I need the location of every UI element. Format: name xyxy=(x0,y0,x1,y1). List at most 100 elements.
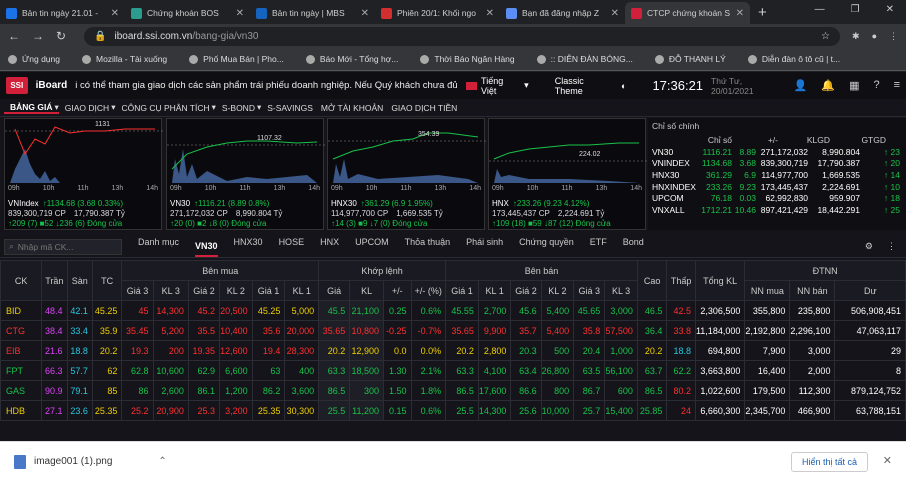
bookmark-item[interactable]: :: DIỄN ĐÀN BÓNG... xyxy=(536,54,633,64)
profile-avatar[interactable]: ● xyxy=(872,31,877,41)
back-icon[interactable]: ← xyxy=(8,29,20,43)
index-row[interactable]: VN30 1116.21 8.89 271,172,032 8,990.804 ↑ 23 xyxy=(648,146,906,158)
browser-tab[interactable]: Bạn đã đăng nhập Z ✕ xyxy=(500,2,625,24)
table-cell: 694,800 xyxy=(694,340,746,361)
table-row[interactable]: EIB 21.6 18.8 20.2 19.3 200 19.35 12,600 19.4 28,… xyxy=(0,340,906,361)
menu-item[interactable]: GIAO DỊCH TIỀN xyxy=(385,103,463,113)
show-all-downloads-button[interactable]: Hiển thị tất cả xyxy=(790,452,868,472)
star-icon[interactable]: ☆ xyxy=(821,31,830,42)
board-tab[interactable]: UPCOM xyxy=(355,237,389,257)
window-controls[interactable]: — ❐ ✕ xyxy=(803,0,906,19)
bookmark-item[interactable]: Mozilla - Tài xuống xyxy=(81,54,167,64)
index-chart[interactable]: 224.02 09h 10h 11h 13h 14h HNX ↑233.26 (9.23 4.… xyxy=(488,118,647,230)
table-cell: 6,660,300 xyxy=(694,400,746,421)
settings-icon[interactable]: ⚙ xyxy=(865,241,873,252)
bookmark-item[interactable]: Phố Mua Bán | Pho... xyxy=(189,54,284,64)
table-cell: 26,800 xyxy=(540,360,575,381)
menu-item[interactable]: GIAO DỊCH xyxy=(59,103,115,113)
reload-icon[interactable]: ↻ xyxy=(56,29,66,43)
index-row[interactable]: VNINDEX 1134.68 3.68 839,300,719 17,790.387 ↑… xyxy=(648,157,906,169)
bookmark-item[interactable]: Ứng dụng xyxy=(8,54,60,64)
index-row[interactable]: HNX30 361.29 6.9 114,977,700 1,669.535 ↑ 14 xyxy=(648,169,906,181)
ssi-logo[interactable]: SSI xyxy=(6,77,28,94)
table-row[interactable]: FPT 66.3 57.7 62 62.8 10,600 62.9 6,600 63 400 63.… xyxy=(0,360,906,381)
extensions-icon[interactable]: ✱ xyxy=(852,31,860,42)
browser-tab[interactable]: CTCP chứng khoán S ✕ xyxy=(625,2,750,24)
chevron-up-icon[interactable]: ⌃ xyxy=(158,456,166,467)
board-tab[interactable]: HOSE xyxy=(279,237,305,257)
table-cell[interactable]: FPT xyxy=(0,360,43,381)
time-tick: 09h xyxy=(331,185,343,192)
index-cell: 959.907 xyxy=(829,193,860,204)
board-tab[interactable]: HNX xyxy=(320,237,339,257)
close-window-icon[interactable]: ✕ xyxy=(886,4,894,15)
download-file-name[interactable]: image001 (1).png xyxy=(34,456,112,467)
menu-icon[interactable]: ≡ xyxy=(894,79,900,92)
help-icon[interactable]: ? xyxy=(873,79,879,92)
index-chart[interactable]: 1107.32 09h 10h 11h 13h 14h VN30 ↑1116.21 (8.89… xyxy=(166,118,325,230)
table-row[interactable]: BID 48.4 42.1 45.25 45 14,300 45.2 20,500 45.25 5… xyxy=(0,300,906,321)
index-chart[interactable]: 1131 09h 10h 11h 13h 14h VNIndex ↑1134.68 (3.68… xyxy=(4,118,163,230)
browser-tab[interactable]: Bản tin ngày | MBS ✕ xyxy=(250,2,375,24)
close-tab-icon[interactable]: ✕ xyxy=(361,8,369,19)
dark-mode-icon[interactable]: ◐ xyxy=(621,81,626,91)
forward-icon[interactable]: → xyxy=(32,29,44,43)
table-cell[interactable]: GAS xyxy=(0,380,43,401)
board-tab[interactable]: Danh mục xyxy=(138,237,179,257)
more-icon[interactable]: ⋮ xyxy=(887,241,896,252)
url-field[interactable]: 🔒 iboard.ssi.com.vn/bang-gia/vn30 ☆ xyxy=(84,26,841,46)
bookmark-item[interactable]: Diễn đàn ô tô cũ | t... xyxy=(747,54,840,64)
board-tab[interactable]: Chứng quyền xyxy=(519,237,574,257)
table-cell[interactable]: CTG xyxy=(0,320,43,341)
table-row[interactable]: HDB 27.1 23.6 25.35 25.2 20,900 25.3 3,200 25.35… xyxy=(0,400,906,421)
calculator-icon[interactable]: ▦ xyxy=(849,79,859,92)
board-tab[interactable]: ETF xyxy=(590,237,607,257)
table-cell[interactable]: EIB xyxy=(0,340,43,361)
stock-search-input[interactable]: ⌕ Nhập mã CK... xyxy=(4,238,122,255)
browser-tab[interactable]: Phiên 20/1: Khối ngo ✕ xyxy=(375,2,500,24)
close-tab-icon[interactable]: ✕ xyxy=(611,8,619,19)
table-cell: 2,306,500 xyxy=(694,300,746,321)
menu-item[interactable]: BẢNG GIÁ xyxy=(4,102,59,114)
close-download-bar-icon[interactable]: ✕ xyxy=(883,454,892,467)
language-selector[interactable]: Tiếng Việt ▾ xyxy=(466,76,529,96)
board-tab[interactable]: Thỏa thuận xyxy=(405,237,451,257)
menu-item[interactable]: CÔNG CỤ PHÂN TÍCH xyxy=(115,103,215,113)
table-cell[interactable]: HDB xyxy=(0,400,43,421)
minimize-icon[interactable]: — xyxy=(815,4,825,15)
menu-icon[interactable]: ⋮ xyxy=(889,31,898,42)
new-tab-button[interactable]: + xyxy=(750,4,775,21)
table-row[interactable]: CTG 38.4 33.4 35.9 35.45 5,200 35.5 10,400 35.6 2… xyxy=(0,320,906,341)
close-tab-icon[interactable]: ✕ xyxy=(736,8,744,19)
bookmark-item[interactable]: Báo Mới - Tổng hợ... xyxy=(305,54,398,64)
menu-item[interactable]: S-SAVINGS xyxy=(261,103,319,113)
table-cell: 20.2 xyxy=(91,340,123,361)
close-tab-icon[interactable]: ✕ xyxy=(486,8,494,19)
board-tab[interactable]: HNX30 xyxy=(234,237,263,257)
index-row[interactable]: VNXALL 1712.21 10.46 897,421,429 18,442.291 ↑… xyxy=(648,204,906,216)
theme-selector[interactable]: Classic Theme xyxy=(555,76,613,96)
index-row[interactable]: HNXINDEX 233.26 9.23 173,445,437 2,224.691 ↑ … xyxy=(648,181,906,193)
index-chart[interactable]: 354.39 09h 10h 11h 13h 14h HNX30 ↑361.29 (6.9 1… xyxy=(327,118,486,230)
menu-item[interactable]: MỞ TÀI KHOẢN xyxy=(315,103,389,113)
table-cell: 2,192,800 xyxy=(744,320,791,341)
board-tab[interactable]: VN30 xyxy=(195,241,218,257)
table-cell: 1,200 xyxy=(219,380,253,401)
index-row[interactable]: UPCOM 76.18 0.03 62,992,830 959.907 ↑ 18 xyxy=(648,192,906,204)
maximize-icon[interactable]: ❐ xyxy=(851,4,860,15)
bookmark-item[interactable]: ĐỖ THANH LÝ xyxy=(654,54,726,64)
bookmarks-bar: Ứng dụng Mozilla - Tài xuống Phố Mua Bán |… xyxy=(0,48,906,71)
table-row[interactable]: GAS 90.9 79.1 85 86 2,600 86.1 1,200 86.2 3,600 86… xyxy=(0,380,906,401)
board-tab[interactable]: Bond xyxy=(623,237,644,257)
user-icon[interactable]: 👤 xyxy=(794,79,808,92)
bookmark-icon xyxy=(747,54,757,64)
close-tab-icon[interactable]: ✕ xyxy=(111,8,119,19)
bell-icon[interactable]: 🔔 xyxy=(821,79,835,92)
table-cell[interactable]: BID xyxy=(0,300,43,321)
browser-tab[interactable]: Chứng khoán BOS ✕ xyxy=(125,2,250,24)
browser-tab[interactable]: Bản tin ngày 21.01 - ✕ xyxy=(0,2,125,24)
board-tab[interactable]: Phái sinh xyxy=(466,237,503,257)
menu-item[interactable]: S-BOND xyxy=(216,103,261,113)
close-tab-icon[interactable]: ✕ xyxy=(236,8,244,19)
bookmark-item[interactable]: Thời Báo Ngân Hàng xyxy=(420,54,515,64)
